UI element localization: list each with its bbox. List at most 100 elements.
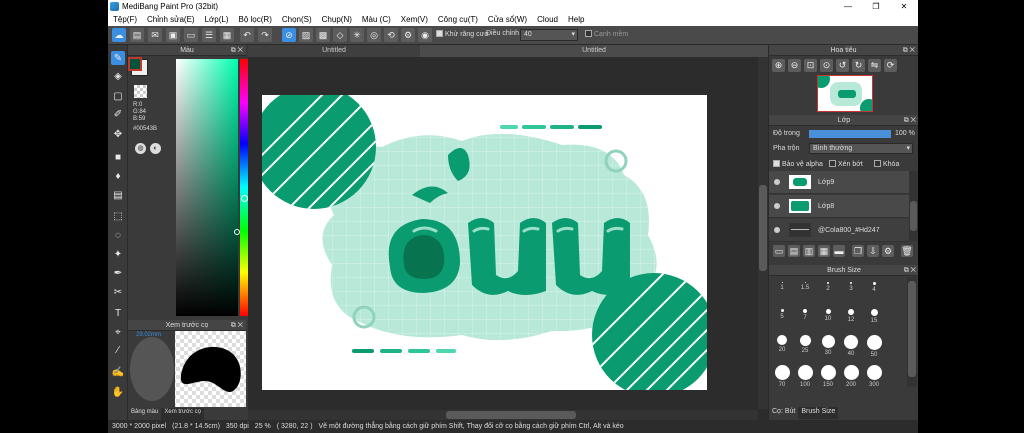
reset-view-icon[interactable]: ⟳ [884,58,897,72]
gradient-tool-icon[interactable]: ▤ [111,188,125,202]
duplicate-layer-icon[interactable]: ❐ [852,245,864,257]
brush-size-3[interactable]: 3 [840,282,862,292]
tab-brush[interactable]: Cọ: Bút [769,407,798,419]
layer-close-icon[interactable]: ⧉ ✕ [904,115,916,126]
comment-icon[interactable]: ✉ [148,28,162,42]
eye-icon[interactable] [774,227,780,233]
eye-icon[interactable] [774,179,780,185]
brush-size-1.5[interactable]: 1.5 [794,282,816,291]
opacity-slider[interactable] [809,130,891,138]
zoom-out-icon[interactable]: ⊖ [788,58,801,72]
brush-size-scroll-thumb[interactable] [908,281,916,377]
layer-scroll-thumb[interactable] [910,201,917,231]
brush-size-150[interactable]: 150 [817,365,839,388]
eraser-tool-icon[interactable]: ◈ [111,69,125,83]
move-tool-icon[interactable]: ✥ [111,127,125,141]
menu-window[interactable]: Cửa sổ(W) [483,15,532,24]
brush-size-2[interactable]: 2 [817,282,839,292]
menu-color[interactable]: Màu (C) [357,15,396,24]
settings-snap-icon[interactable]: ⚙ [401,28,415,42]
tab-palette[interactable]: Bảng màu [128,408,161,420]
close-button[interactable]: ✕ [890,0,918,13]
brush-size-7[interactable]: 7 [794,309,816,321]
horizontal-scroll-thumb[interactable] [446,411,576,419]
layer-settings-icon[interactable]: ⚙ [882,245,894,257]
page-icon[interactable]: ▭ [184,28,198,42]
diamond-snap-icon[interactable]: ◇ [333,28,347,42]
brush-size-scrollbar[interactable] [907,277,917,387]
layer-row[interactable]: Lớp9 [769,171,909,194]
fit-icon[interactable]: ⊡ [804,58,817,72]
rotate-right-icon[interactable]: ↻ [852,58,865,72]
maximize-button[interactable]: ❐ [862,0,890,13]
panel-icon[interactable]: ▣ [166,28,180,42]
circle-snap-icon[interactable]: ◎ [367,28,381,42]
brush-size-1[interactable]: 1 [771,282,793,291]
menu-tools[interactable]: Công cụ(T) [433,15,483,24]
menu-select[interactable]: Chọn(S) [277,15,317,24]
vertical-scroll-thumb[interactable] [759,185,767,271]
bucket-tool-icon[interactable]: ♦ [111,169,125,183]
foreground-color-swatch[interactable] [128,57,142,71]
canvas-vertical-scrollbar[interactable] [758,57,768,409]
parallel-snap-icon[interactable]: ▨ [299,28,313,42]
tab-untitled-2[interactable]: Untitled [420,45,768,57]
select-pen-icon[interactable]: ✒ [111,266,125,280]
cloud-icon[interactable]: ☁ [112,28,126,42]
clipping-checkbox[interactable]: Xén bớt [829,160,863,168]
color-history-icon[interactable]: ◐ [150,143,161,154]
eye-icon[interactable] [774,203,780,209]
brush-size-100[interactable]: 100 [794,365,816,388]
brush-size-40[interactable]: 40 [840,335,862,357]
layer-scrollbar[interactable] [909,171,918,241]
pen-tool-icon[interactable]: ✐ [111,107,125,121]
new-halftone-layer-icon[interactable]: ▤ [788,245,800,257]
brush-size-20[interactable]: 20 [771,335,793,353]
minimize-button[interactable]: — [834,0,862,13]
rect-tool-icon[interactable]: ▢ [111,89,125,103]
panel-close-icon[interactable]: ⧉ ✕ [231,45,243,56]
select-eraser-icon[interactable]: ✂ [111,285,125,299]
snap-off-icon[interactable]: ⊘ [282,28,296,42]
tab-brush-preview[interactable]: Xem trước cọ [161,408,204,420]
hand-pen-icon[interactable]: ✍ [111,365,125,379]
brush-size-25[interactable]: 25 [794,335,816,354]
grid-icon[interactable]: ▦ [220,28,234,42]
hand-tool-icon[interactable]: ✋ [111,385,125,399]
brush-size-50[interactable]: 50 [863,335,885,358]
new-layer-icon[interactable]: ▭ [773,245,785,257]
brush-size-10[interactable]: 10 [817,309,839,322]
brush-size-12[interactable]: 12 [840,309,862,323]
menu-help[interactable]: Help [563,15,589,24]
operation-tool-icon[interactable]: ⌖ [111,325,125,339]
radial-snap-icon[interactable]: ✳ [350,28,364,42]
palette-icon[interactable]: ◍ [135,143,146,154]
curve-snap-icon[interactable]: ⟲ [384,28,398,42]
hue-slider-handle[interactable] [241,195,248,202]
tab-untitled-1[interactable]: Untitled [248,45,420,57]
drawing-canvas[interactable] [262,95,707,390]
layer-row[interactable]: @Cola800_#Hd247 [769,219,909,242]
protect-alpha-checkbox[interactable]: Bảo vệ alpha [773,160,823,168]
flip-icon[interactable]: ⇋ [868,58,881,72]
magic-wand-icon[interactable]: ✦ [111,247,125,261]
brush-size-5[interactable]: 5 [771,309,793,320]
menu-view[interactable]: Xem(V) [396,15,433,24]
brush-size-30[interactable]: 30 [817,335,839,356]
saturation-value-picker[interactable] [176,59,240,316]
brush-size-4[interactable]: 4 [863,282,885,293]
layer-row[interactable]: Lớp8 [769,195,909,218]
menu-file[interactable]: Tệp(F) [108,15,142,24]
preview-close-icon[interactable]: ⧉ ✕ [231,320,243,331]
soft-edge-checkbox[interactable]: Cạnh mềm [585,30,628,38]
menu-snap[interactable]: Chụp(N) [317,15,357,24]
new-1bit-layer-icon[interactable]: ▥ [803,245,815,257]
navigator-thumbnail[interactable] [817,75,873,112]
lock-checkbox[interactable]: Khóa [874,160,899,168]
brush-size-70[interactable]: 70 [771,365,793,388]
brush-size-200[interactable]: 200 [840,365,862,388]
brush-size-close-icon[interactable]: ⧉ ✕ [904,265,916,276]
new-8bit-layer-icon[interactable]: ▦ [818,245,830,257]
tab-brush-size[interactable]: Brush Size [798,407,839,419]
canvas-horizontal-scrollbar[interactable] [248,410,758,420]
